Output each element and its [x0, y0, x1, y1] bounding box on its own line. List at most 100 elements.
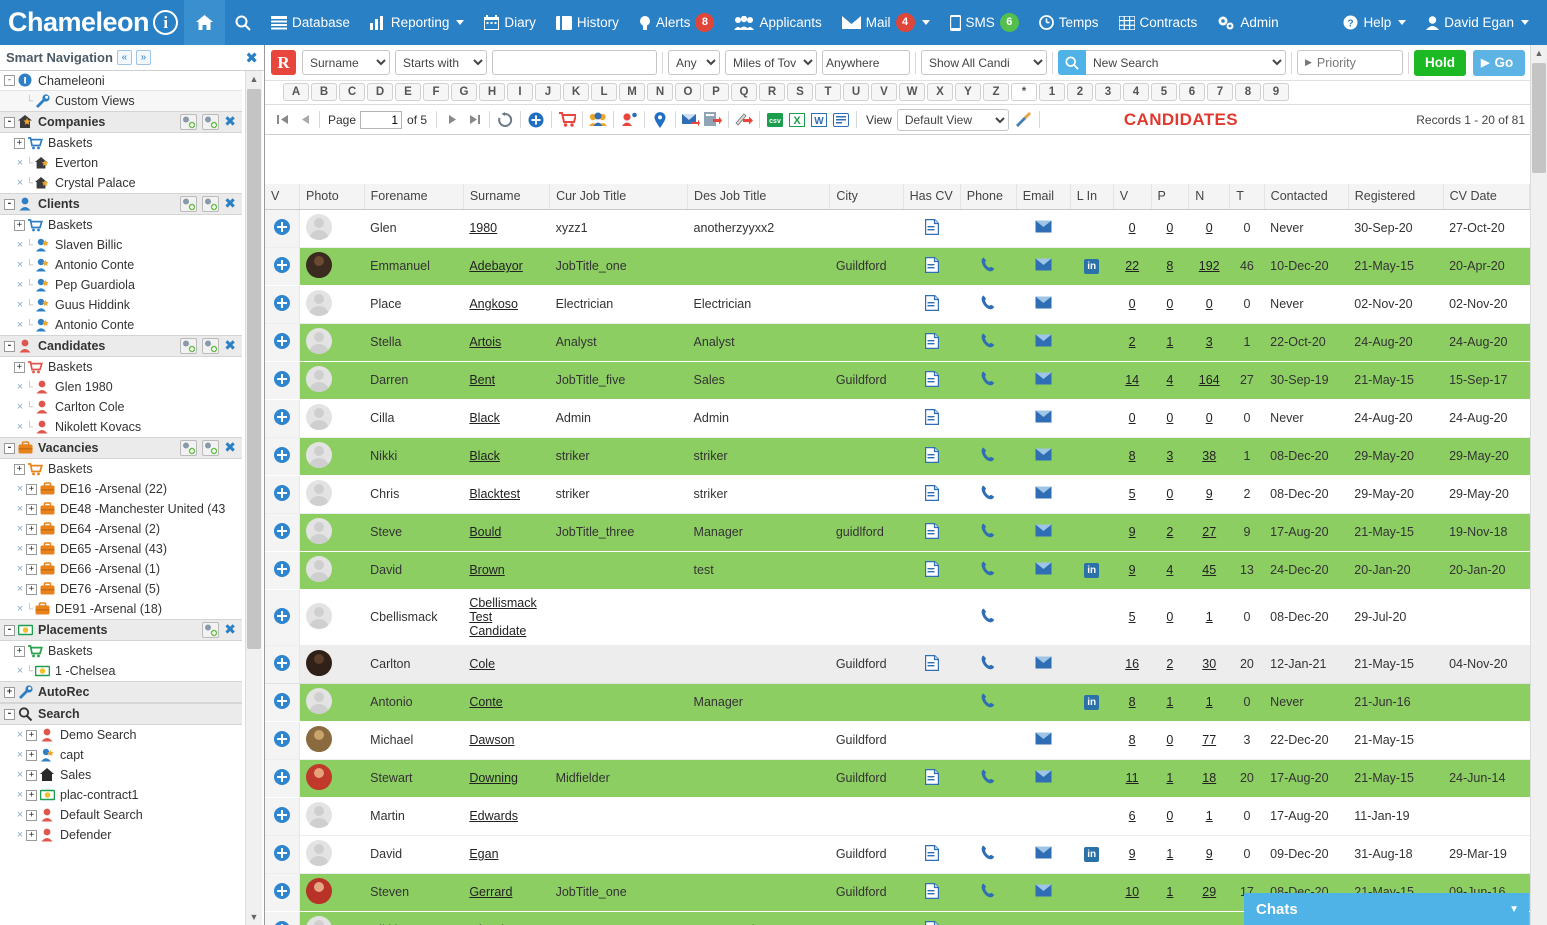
row-expand-cell[interactable] [265, 285, 300, 324]
remove-item-icon[interactable]: × [14, 769, 26, 781]
phone-icon[interactable] [981, 561, 995, 576]
n-count-link[interactable]: 77 [1202, 733, 1216, 747]
v-count-link[interactable]: 8 [1129, 733, 1136, 747]
cell-linkedin[interactable]: in [1070, 835, 1114, 874]
nav-sms[interactable]: SMS 6 [940, 0, 1029, 45]
cell-has-cv[interactable] [903, 759, 961, 798]
cell-v-count[interactable]: 22 [1113, 247, 1152, 286]
avatar[interactable] [305, 251, 332, 278]
cell-p-count[interactable]: 0 [1151, 399, 1189, 438]
v-count-link[interactable]: 5 [1129, 487, 1136, 501]
surname-link[interactable]: Conte [469, 695, 502, 709]
close-icon[interactable]: ✖ [224, 338, 236, 354]
go-button[interactable]: ▶ Go [1473, 49, 1526, 76]
cell-phone[interactable] [960, 589, 1017, 646]
cv-document-icon[interactable] [924, 844, 939, 861]
tree-toggle-icon[interactable]: + [26, 769, 37, 781]
sidebar-tree-item[interactable]: × └ Nikolett Kovacs [0, 417, 242, 437]
cell-p-count[interactable]: 4 [1151, 911, 1189, 925]
row-photo-cell[interactable] [299, 645, 365, 684]
n-count-link[interactable]: 192 [1199, 259, 1220, 273]
add-basket-icon[interactable] [202, 196, 220, 212]
p-count-link[interactable]: 1 [1166, 885, 1173, 899]
cell-n-count[interactable]: 164 [1188, 361, 1230, 400]
cell-p-count[interactable]: 1 [1151, 835, 1189, 874]
tree-toggle-icon[interactable]: + [26, 789, 37, 801]
nav-applicants[interactable]: Applicants [724, 0, 831, 45]
remove-item-icon[interactable]: × [14, 665, 26, 677]
cv-document-icon[interactable] [924, 294, 939, 311]
cell-surname[interactable]: Blacktest [463, 475, 550, 514]
n-count-link[interactable]: 45 [1202, 563, 1216, 577]
expand-row-icon[interactable] [273, 920, 290, 925]
expand-row-icon[interactable] [273, 806, 290, 823]
alpha-filter-z[interactable]: Z [983, 83, 1009, 101]
cell-has-cv[interactable] [903, 551, 961, 590]
tree-toggle-icon[interactable]: + [14, 219, 25, 231]
row-photo-cell[interactable] [299, 589, 365, 646]
n-count-link[interactable]: 164 [1199, 373, 1220, 387]
cell-v-count[interactable]: 9 [1113, 835, 1152, 874]
cv-document-icon[interactable] [924, 332, 939, 349]
cell-has-cv[interactable] [903, 835, 961, 874]
table-row[interactable]: Chris Blacktest striker striker 5 0 9 2 08-Dec-2… [265, 475, 1530, 514]
avatar[interactable] [305, 479, 332, 506]
sidebar-close-icon[interactable]: ✖ [245, 49, 258, 67]
phone-icon[interactable] [981, 608, 995, 623]
alpha-filter-f[interactable]: F [423, 83, 449, 101]
n-count-link[interactable]: 27 [1202, 525, 1216, 539]
cell-v-count[interactable]: 14 [1113, 361, 1152, 400]
sidebar-collapse-button[interactable]: « [116, 50, 132, 65]
v-count-link[interactable]: 0 [1129, 297, 1136, 311]
v-count-link[interactable]: 10 [1125, 885, 1139, 899]
cell-p-count[interactable]: 4 [1151, 361, 1189, 400]
sidebar-tree-item[interactable]: × + Defender [0, 825, 242, 845]
avatar[interactable] [305, 687, 332, 714]
v-count-link[interactable]: 16 [1125, 657, 1139, 671]
cv-document-icon[interactable] [924, 882, 939, 899]
cell-surname[interactable]: Conte [463, 683, 550, 722]
search-location-input[interactable] [822, 50, 910, 75]
surname-link[interactable]: Angkoso [469, 297, 518, 311]
cell-p-count[interactable]: 1 [1151, 323, 1189, 362]
column-header-t-14[interactable]: T [1229, 184, 1265, 210]
remove-item-icon[interactable]: × [14, 319, 26, 331]
add-basket-icon[interactable] [202, 440, 220, 456]
cell-has-cv[interactable] [903, 399, 961, 438]
phone-icon[interactable] [981, 693, 995, 708]
phone-icon[interactable] [981, 883, 995, 898]
close-icon[interactable]: ✖ [224, 196, 236, 212]
row-expand-cell[interactable] [265, 399, 300, 438]
cell-surname[interactable]: Bent [463, 361, 550, 400]
basket-icon[interactable] [556, 109, 578, 131]
cv-document-icon[interactable] [924, 654, 939, 671]
tree-toggle-icon[interactable]: + [26, 483, 37, 495]
column-header-city-6[interactable]: City [829, 184, 904, 210]
edit-bulk-icon[interactable] [733, 109, 755, 131]
remove-item-icon[interactable]: × [14, 381, 26, 393]
email-icon[interactable] [1035, 846, 1052, 859]
row-expand-cell[interactable] [265, 759, 300, 798]
remove-item-icon[interactable]: × [14, 603, 26, 615]
phone-icon[interactable] [981, 257, 995, 272]
nav-diary[interactable]: Diary [474, 0, 546, 45]
p-count-link[interactable]: 4 [1166, 563, 1173, 577]
remove-item-icon[interactable]: × [14, 279, 26, 291]
cell-email[interactable] [1016, 551, 1071, 590]
surname-link[interactable]: 1980 [469, 221, 497, 235]
alpha-filter-7[interactable]: 7 [1207, 83, 1233, 101]
expand-row-icon[interactable] [273, 768, 290, 785]
cell-surname[interactable]: Egan [463, 835, 550, 874]
export-word-icon[interactable]: W [808, 109, 830, 131]
cell-v-count[interactable]: 0 [1113, 285, 1152, 324]
cell-phone[interactable] [960, 513, 1017, 552]
email-icon[interactable] [1035, 732, 1052, 745]
cell-n-count[interactable]: 81 [1188, 911, 1230, 925]
map-pin-icon[interactable] [649, 109, 671, 131]
tree-toggle-icon[interactable]: + [26, 729, 37, 741]
p-count-link[interactable]: 0 [1166, 297, 1173, 311]
cell-n-count[interactable]: 0 [1188, 209, 1230, 248]
v-count-link[interactable]: 11 [1126, 771, 1139, 785]
p-count-link[interactable]: 4 [1166, 373, 1173, 387]
cell-v-count[interactable]: 5 [1113, 475, 1152, 514]
